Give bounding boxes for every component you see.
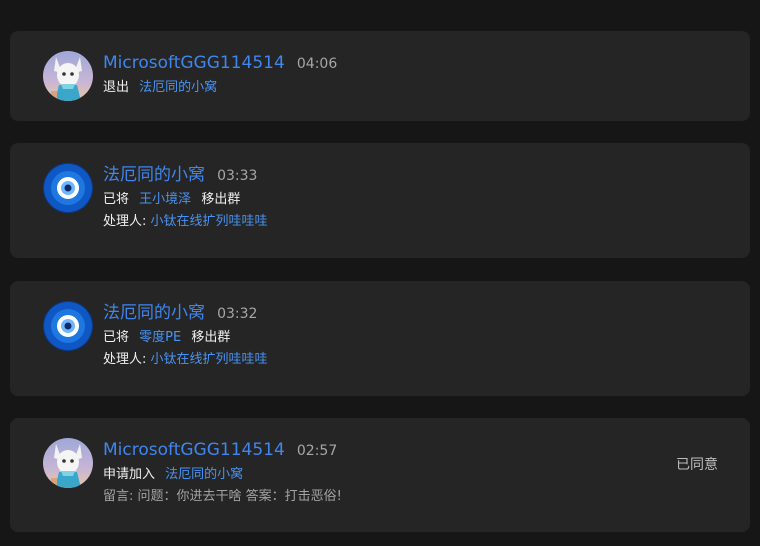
action-prefix: 已将 — [103, 192, 130, 207]
sender-name[interactable]: MicrosoftGGG114514 — [103, 440, 285, 460]
sender-name[interactable]: 法厄同的小窝 — [103, 165, 205, 185]
handler-link[interactable]: 小钛在线扩列哇哇哇 — [151, 214, 268, 229]
request-message: 留言: 问题：你进去干啥 答案：打击恶俗! — [103, 489, 342, 504]
sender-name[interactable]: 法厄同的小窝 — [103, 303, 205, 323]
target-member-link[interactable]: 王小境泽 — [139, 192, 191, 207]
notice-card-join-request: MicrosoftGGG114514 02:57 申请加入 法厄同的小窝 留言:… — [10, 418, 750, 532]
notice-card-kick: 法厄同的小窝 03:32 已将 零度PE 移出群 处理人: 小钛在线扩列哇哇哇 — [10, 281, 750, 396]
target-member-link[interactable]: 零度PE — [139, 330, 181, 345]
action-suffix: 移出群 — [201, 192, 241, 207]
notice-card-kick: 法厄同的小窝 03:33 已将 王小境泽 移出群 处理人: 小钛在线扩列哇哇哇 — [10, 143, 750, 258]
notice-content: 法厄同的小窝 03:33 已将 王小境泽 移出群 处理人: 小钛在线扩列哇哇哇 — [103, 163, 730, 231]
notice-content: 法厄同的小窝 03:32 已将 零度PE 移出群 处理人: 小钛在线扩列哇哇哇 — [103, 301, 730, 369]
request-status: 已同意 — [676, 457, 718, 473]
action-text: 退出 — [103, 80, 130, 95]
notice-card-leave: MicrosoftGGG114514 04:06 退出 法厄同的小窝 — [10, 31, 750, 121]
action-suffix: 移出群 — [191, 330, 231, 345]
action-text: 申请加入 — [103, 467, 156, 482]
sender-name[interactable]: MicrosoftGGG114514 — [103, 53, 285, 73]
notice-content: MicrosoftGGG114514 04:06 退出 法厄同的小窝 — [103, 51, 730, 97]
notice-time: 02:57 — [296, 443, 338, 459]
notification-list: MicrosoftGGG114514 04:06 退出 法厄同的小窝 法厄同的小… — [0, 0, 760, 546]
notice-time: 04:06 — [296, 56, 338, 72]
user-avatar-icon[interactable] — [43, 438, 93, 488]
user-avatar-icon[interactable] — [43, 51, 93, 101]
handler-label: 处理人: — [103, 352, 147, 367]
group-avatar-icon[interactable] — [43, 301, 93, 351]
group-link[interactable]: 法厄同的小窝 — [139, 80, 217, 95]
group-avatar-icon[interactable] — [43, 163, 93, 213]
notice-content: MicrosoftGGG114514 02:57 申请加入 法厄同的小窝 留言:… — [103, 438, 730, 506]
group-link[interactable]: 法厄同的小窝 — [165, 467, 243, 482]
action-prefix: 已将 — [103, 330, 130, 345]
handler-label: 处理人: — [103, 214, 147, 229]
handler-link[interactable]: 小钛在线扩列哇哇哇 — [151, 352, 268, 367]
notice-time: 03:33 — [217, 168, 258, 184]
notice-time: 03:32 — [217, 306, 258, 322]
